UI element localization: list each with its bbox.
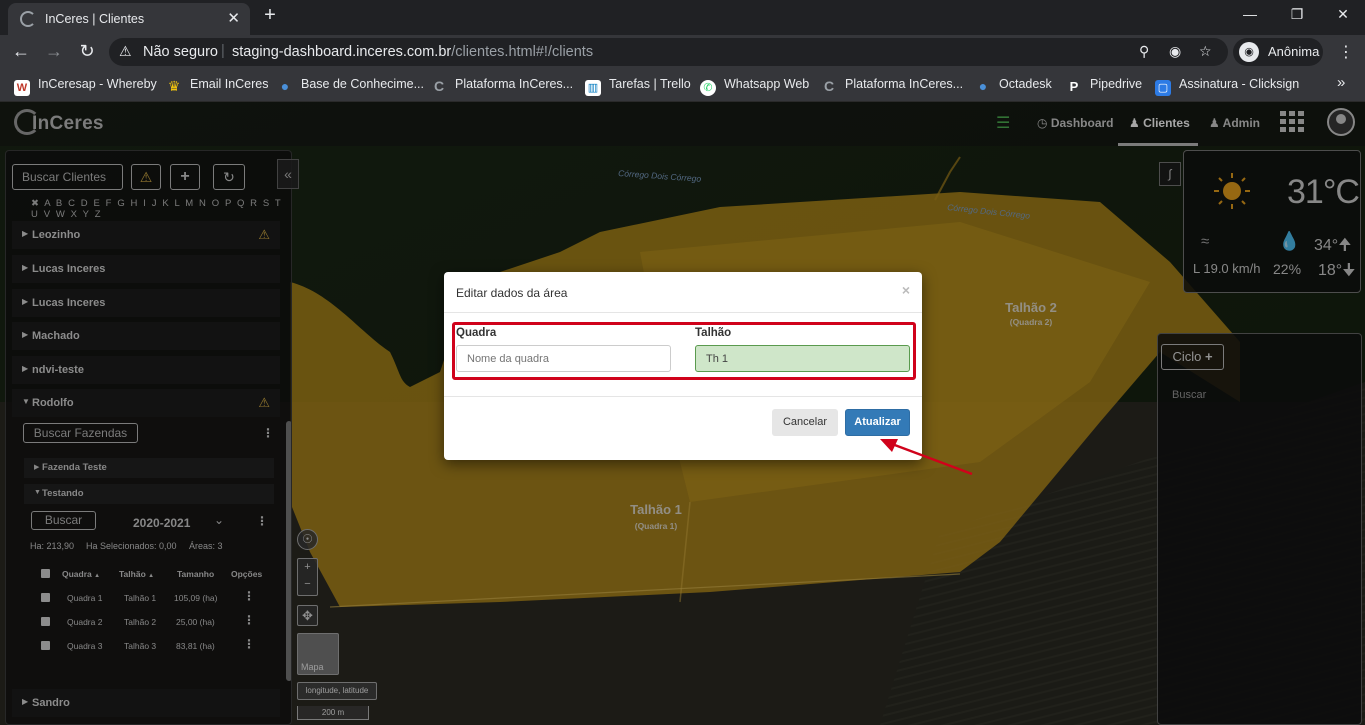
annotation-arrow	[880, 439, 973, 476]
person-icon: ●	[280, 78, 290, 94]
bookmark-label: InCeresap - Whereby	[38, 77, 157, 91]
url-text: staging-dashboard.inceres.com.br/cliente…	[232, 44, 593, 60]
bookmark-label: Octadesk	[999, 77, 1052, 91]
new-tab-button[interactable]: +	[260, 4, 280, 27]
bookmark-label: Plataforma InCeres...	[455, 77, 574, 91]
clicksign-icon: ▢	[1155, 80, 1171, 96]
reload-icon[interactable]: ↻	[76, 41, 98, 62]
url-path: /clientes.html#!/clients	[451, 44, 594, 60]
profile-label: Anônima	[1268, 44, 1320, 59]
bookmark-item[interactable]: W InCeresap - Whereby	[14, 77, 157, 96]
window-close-icon[interactable]: ✕	[1333, 6, 1353, 23]
whereby-icon: W	[14, 80, 30, 96]
bookmark-label: Assinatura - Clicksign	[1179, 77, 1300, 91]
edit-area-dialog: Editar dados da área × Quadra Talhão Th …	[444, 272, 922, 460]
quadra-label: Quadra	[456, 327, 497, 339]
inceres-icon: C	[433, 78, 445, 94]
url-host: staging-dashboard.inceres.com.br	[232, 44, 452, 60]
bookmark-label: Plataforma InCeres...	[845, 77, 964, 91]
back-arrow-icon[interactable]: ←	[10, 41, 32, 62]
incognito-profile-button[interactable]: ◉ Anônima	[1233, 38, 1323, 66]
bookmark-label: Tarefas | Trello	[609, 77, 691, 91]
minimize-icon[interactable]: —	[1240, 6, 1260, 22]
eye-slash-icon[interactable]: ◉	[1169, 43, 1181, 60]
bookmarks-bar: W InCeresap - Whereby ♛ Email InCeres ● Bas…	[0, 69, 1365, 102]
quadra-input[interactable]	[456, 345, 671, 372]
forward-arrow-icon[interactable]: →	[43, 41, 65, 62]
bookmark-label: Pipedrive	[1090, 77, 1143, 91]
browser-tab-bar: InCeres | Clientes ✕ + — ❐ ✕	[0, 0, 1365, 35]
dialog-title: Editar dados da área	[456, 286, 568, 300]
zoom-search-icon[interactable]: ⚲	[1139, 43, 1149, 60]
whatsapp-icon: ✆	[700, 80, 716, 96]
tab-title: InCeres | Clientes	[45, 12, 145, 26]
bookmark-item[interactable]: ♛ Email InCeres	[166, 77, 269, 94]
cancel-button[interactable]: Cancelar	[772, 409, 838, 436]
incognito-icon: ◉	[1239, 42, 1259, 62]
trello-icon: ▥	[585, 80, 601, 96]
bookmark-item[interactable]: ✆ Whatsapp Web	[700, 77, 809, 96]
browser-tab[interactable]: InCeres | Clientes ✕	[8, 3, 250, 35]
restore-icon[interactable]: ❐	[1287, 6, 1307, 23]
talhao-input[interactable]: Th 1	[695, 345, 910, 372]
bookmark-label: Base de Conhecime...	[301, 77, 424, 91]
inceres-icon: C	[823, 78, 835, 94]
close-icon[interactable]: ×	[902, 282, 910, 298]
bookmark-item[interactable]: ● Base de Conhecime...	[277, 77, 424, 94]
warning-triangle-icon: ⚠	[119, 43, 132, 59]
star-icon[interactable]: ☆	[1199, 43, 1212, 60]
address-bar[interactable]: ⚠ Não seguro | staging-dashboard.inceres…	[109, 38, 1228, 66]
arrow-shaft	[891, 442, 973, 476]
bookmark-item[interactable]: C Plataforma InCeres...	[431, 77, 573, 94]
bookmark-item[interactable]: C Plataforma InCeres...	[821, 77, 963, 94]
bookmarks-overflow-icon[interactable]: »	[1337, 74, 1345, 91]
bookmark-label: Email InCeres	[190, 77, 269, 91]
bookmark-item[interactable]: ● Octadesk	[975, 77, 1052, 94]
octadesk-icon: ●	[978, 78, 988, 94]
dialog-divider	[444, 396, 922, 397]
bookmark-item[interactable]: ▥ Tarefas | Trello	[585, 77, 691, 96]
pipedrive-icon: P	[1069, 79, 1079, 94]
crown-icon: ♛	[167, 78, 181, 94]
bookmark-item[interactable]: P Pipedrive	[1066, 77, 1142, 95]
security-label: Não seguro	[143, 44, 218, 60]
talhao-label: Talhão	[695, 327, 732, 339]
address-separator: |	[221, 43, 225, 59]
bookmark-label: Whatsapp Web	[724, 77, 810, 91]
inceres-favicon-icon	[20, 11, 36, 27]
tab-close-icon[interactable]: ✕	[227, 9, 240, 27]
bookmark-item[interactable]: ▢ Assinatura - Clicksign	[1155, 77, 1299, 96]
browser-toolbar: ← → ↻ ⚠ Não seguro | staging-dashboard.i…	[0, 35, 1365, 69]
browser-menu-icon[interactable]: ⋮	[1338, 42, 1354, 62]
dialog-divider	[444, 312, 922, 313]
